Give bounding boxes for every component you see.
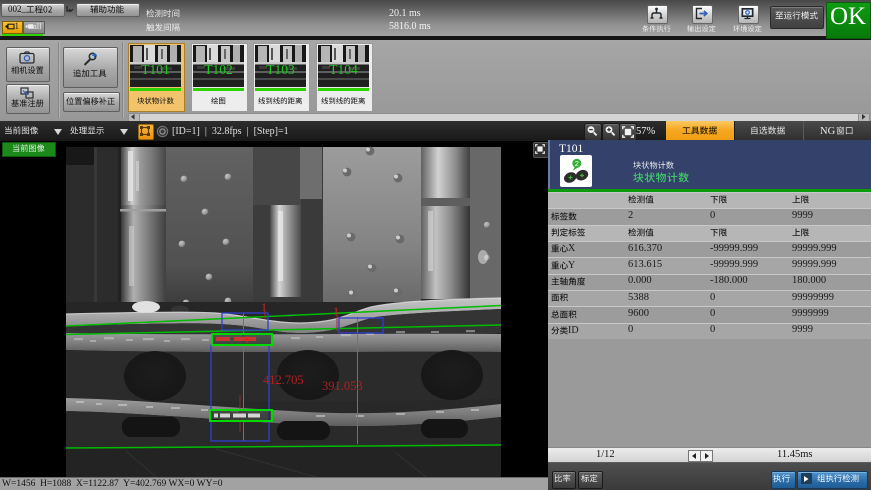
svg-text:T102: T102 — [204, 62, 233, 77]
svg-text:1: 1 — [261, 300, 267, 314]
svg-text:T103: T103 — [266, 62, 295, 77]
svg-text:T101: T101 — [141, 62, 170, 77]
svg-text:1: 1 — [333, 304, 339, 318]
svg-text:391.053: 391.053 — [322, 379, 363, 393]
svg-text:412.705: 412.705 — [263, 373, 304, 387]
svg-text:2: 2 — [575, 159, 579, 168]
svg-text:T104: T104 — [329, 62, 358, 77]
